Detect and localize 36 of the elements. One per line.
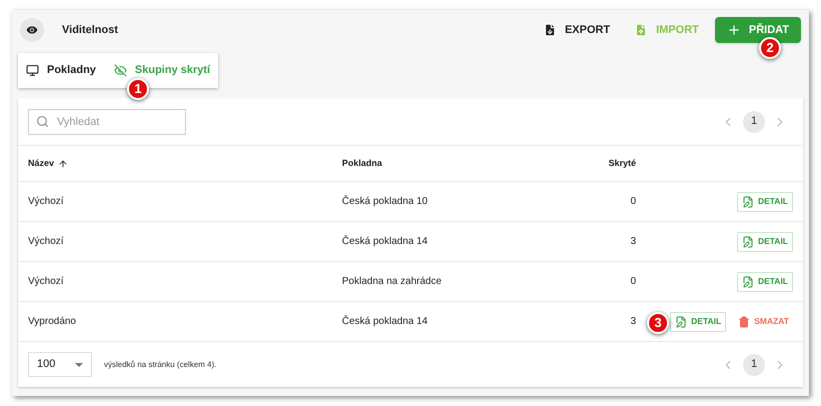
file-edit-icon: [742, 196, 754, 208]
table-cell: Česká pokladna 10: [342, 196, 428, 207]
column-header[interactable]: Pokladna: [342, 158, 382, 168]
dropdown-caret-icon: [75, 362, 83, 366]
tab[interactable]: Pokladny: [26, 62, 96, 79]
column-header[interactable]: Název: [28, 156, 54, 170]
plus-icon: [726, 23, 741, 37]
file-icon: [542, 23, 557, 37]
export-button[interactable]: EXPORT: [534, 17, 618, 43]
search-icon: [36, 114, 49, 128]
table-cell: Výchozí: [28, 236, 64, 247]
trash-icon: [738, 316, 750, 328]
file-edit-icon: [675, 316, 688, 328]
page-button[interactable]: 1: [743, 354, 765, 376]
file-edit-icon: [742, 276, 754, 288]
page-title: Viditelnost: [62, 22, 118, 38]
column-header[interactable]: Skryté: [608, 156, 636, 170]
table-cell-text: 3: [630, 235, 636, 249]
search-field[interactable]: Vyhledat: [28, 108, 186, 134]
page-button[interactable]: 1: [743, 110, 765, 132]
table-cell: Výchozí: [28, 276, 64, 287]
file-edit-icon: [742, 236, 754, 248]
table-cell: Česká pokladna 14: [342, 316, 428, 327]
table-cell: Výchozí: [28, 196, 64, 207]
table-cell: Pokladna na zahrádce: [342, 276, 442, 287]
table-cell-text: 0: [630, 275, 636, 289]
results-summary: výsledků na stránku (celkem 4).: [104, 358, 216, 370]
table-cell: Česká pokladna 14: [342, 236, 428, 247]
table-cell-text: 3: [630, 315, 636, 329]
monitor-icon: [26, 64, 39, 77]
eye-off-icon: [114, 64, 127, 77]
table-cell-text: 0: [630, 195, 636, 209]
page-size-select[interactable]: 100: [28, 352, 92, 377]
file-icon: [634, 23, 648, 37]
eye-icon: [20, 18, 44, 42]
table-cell: Vyprodáno: [28, 316, 76, 327]
